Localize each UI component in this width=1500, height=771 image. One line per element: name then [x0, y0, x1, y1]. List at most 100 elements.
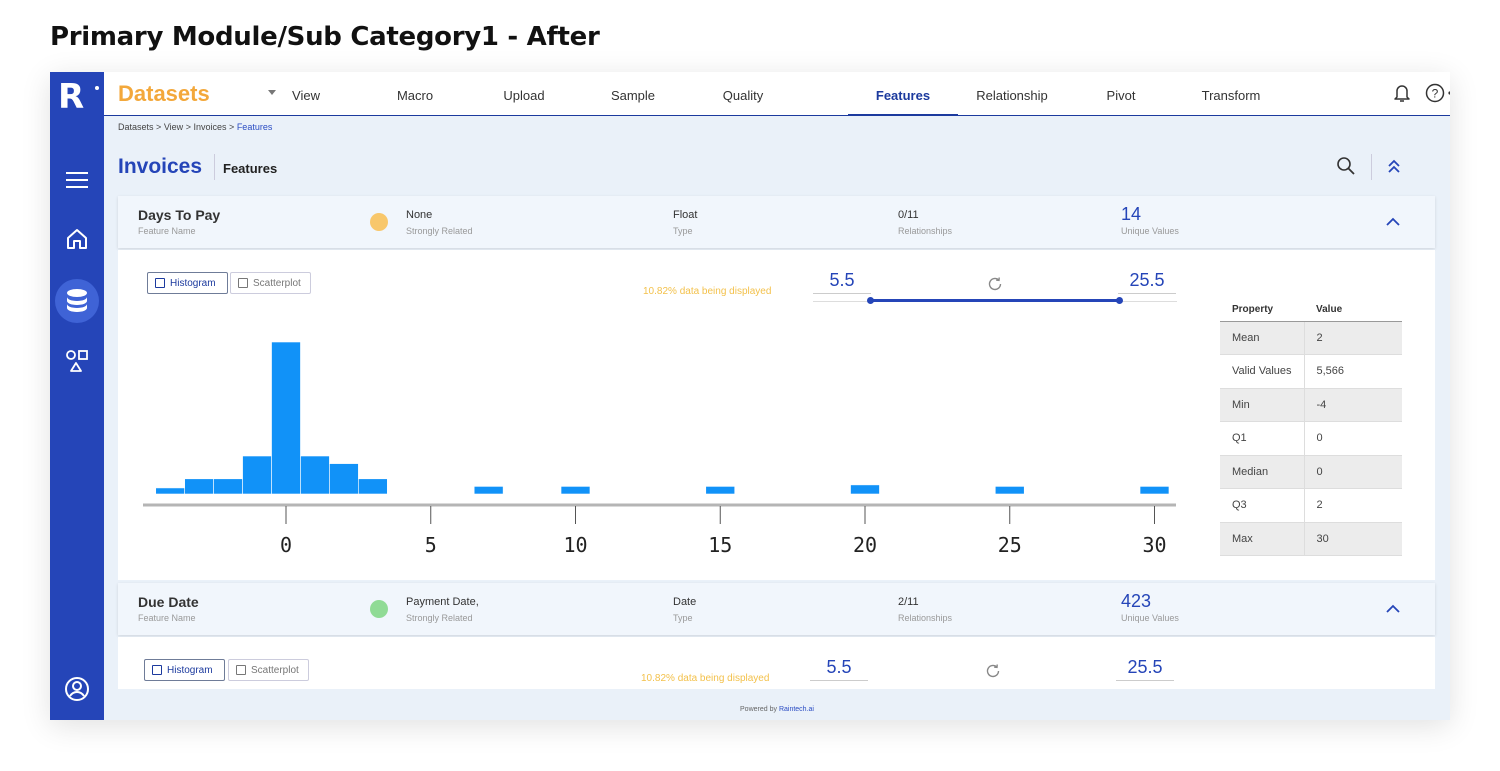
breadcrumb-item[interactable]: Datasets — [118, 122, 154, 132]
home-icon[interactable] — [62, 224, 92, 254]
x-axis-tick-label: 15 — [708, 533, 732, 557]
stat-property: Median — [1220, 455, 1305, 489]
breadcrumb-item[interactable]: Invoices — [193, 122, 226, 132]
user-circle-icon[interactable] — [62, 674, 92, 704]
section-subtitle: Features — [223, 161, 278, 176]
stat-value: 0 — [1304, 421, 1402, 456]
stats-row: Min -4 — [1220, 388, 1402, 422]
histogram-bar — [242, 455, 272, 495]
scatterplot-icon — [236, 665, 246, 675]
x-axis-tick-label: 30 — [1142, 533, 1166, 557]
feature-row[interactable]: Due Date Feature Name Payment Date, Stro… — [118, 583, 1435, 635]
chevron-up-icon[interactable] — [1384, 601, 1402, 615]
scatterplot-toggle[interactable]: Scatterplot — [228, 659, 309, 681]
x-axis-tick-label: 5 — [425, 533, 437, 557]
tab-sample[interactable]: Sample — [578, 72, 688, 116]
tab-view[interactable]: View — [251, 72, 361, 116]
histogram-chart: 0 5 10 15 20 25 30 — [143, 341, 1176, 557]
stat-property: Q3 — [1220, 488, 1305, 523]
stats-header-value: Value — [1304, 299, 1402, 322]
strongly-related-caption: Strongly Related — [406, 226, 473, 236]
histogram-bar — [300, 455, 330, 495]
histogram-bar — [213, 478, 243, 495]
tab-pivot[interactable]: Pivot — [1066, 72, 1176, 116]
data-display-note: 10.82% data being displayed — [641, 673, 770, 684]
stat-value: 30 — [1304, 522, 1402, 556]
tab-features[interactable]: Features — [848, 72, 958, 116]
range-max-input[interactable]: 25.5 — [1116, 657, 1174, 681]
strongly-related-value: Payment Date, — [406, 596, 479, 608]
range-min-input[interactable]: 5.5 — [810, 657, 868, 681]
bell-icon[interactable] — [1391, 82, 1413, 104]
footer: Powered by Raintech.ai — [104, 706, 1450, 713]
app-logo[interactable]: R — [58, 77, 99, 117]
stat-value: 2 — [1304, 488, 1402, 523]
collapse-all-icon[interactable] — [1382, 154, 1406, 178]
refresh-icon[interactable] — [982, 660, 1004, 682]
type-caption: Type — [673, 613, 693, 623]
title-divider — [214, 154, 215, 180]
stat-property: Valid Values — [1220, 354, 1305, 389]
feature-name: Due Date — [138, 594, 199, 610]
histogram-toggle[interactable]: Histogram — [144, 659, 225, 681]
search-icon[interactable] — [1334, 154, 1358, 178]
stats-row: Median 0 — [1220, 455, 1402, 489]
database-icon[interactable] — [62, 286, 92, 316]
tab-macro[interactable]: Macro — [360, 72, 470, 116]
brand-dropdown[interactable]: Datasets — [118, 81, 210, 107]
stats-row: Max 30 — [1220, 522, 1402, 556]
type-value: Float — [673, 209, 698, 221]
scatterplot-label: Scatterplot — [251, 664, 299, 676]
feature-detail-panel: Histogram Scatterplot 10.82% data being … — [118, 250, 1435, 580]
logo-letter: R — [58, 77, 85, 117]
relationships-caption: Relationships — [898, 613, 953, 623]
relationships-value: 0/11 — [898, 209, 919, 221]
histogram-bar — [560, 486, 591, 495]
breadcrumb-separator: > — [156, 122, 162, 132]
histogram-bar — [1139, 486, 1170, 495]
logo-dot — [95, 86, 99, 90]
menu-icon[interactable] — [62, 165, 92, 195]
related-status-dot — [370, 600, 388, 618]
x-axis-tick-label: 0 — [280, 533, 292, 557]
relationships-value: 2/11 — [898, 596, 919, 608]
histogram-bar — [184, 478, 214, 495]
feature-row[interactable]: Days To Pay Feature Name None Strongly R… — [118, 196, 1435, 248]
related-status-dot — [370, 213, 388, 231]
histogram-bar — [705, 486, 736, 495]
tab-quality[interactable]: Quality — [688, 72, 798, 116]
breadcrumb-item[interactable]: View — [164, 122, 183, 132]
stat-property: Mean — [1220, 321, 1305, 355]
tab-upload[interactable]: Upload — [469, 72, 579, 116]
stat-property: Max — [1220, 522, 1305, 556]
x-axis-tick-label: 10 — [563, 533, 587, 557]
svg-text:?: ? — [1432, 87, 1439, 101]
shapes-icon[interactable] — [62, 346, 92, 376]
stats-header-row: Property Value — [1220, 299, 1402, 322]
unique-values-count: 14 — [1121, 204, 1142, 224]
tab-transform[interactable]: Transform — [1176, 72, 1286, 116]
tab-relationship[interactable]: Relationship — [957, 72, 1067, 116]
histogram-bar — [994, 486, 1025, 495]
stat-property: Q1 — [1220, 421, 1305, 456]
help-icon[interactable]: ? — [1424, 82, 1446, 104]
histogram-label: Histogram — [167, 664, 213, 676]
x-axis-tick-label: 25 — [998, 533, 1022, 557]
stat-value: 5,566 — [1304, 354, 1402, 389]
dot-separator-icon — [1446, 82, 1450, 104]
unique-values-count: 423 — [1121, 591, 1152, 611]
feature-detail-panel: Histogram Scatterplot 10.82% data being … — [118, 637, 1435, 689]
unique-values-caption: Unique Values — [1121, 613, 1179, 623]
stats-row: Q3 2 — [1220, 488, 1402, 523]
stats-header-property: Property — [1220, 299, 1304, 322]
app-window: R Datasets View Macro Upload Sample Qual… — [50, 72, 1450, 720]
footer-link[interactable]: Raintech.ai — [779, 706, 814, 713]
stats-row: Q1 0 — [1220, 421, 1402, 456]
top-nav-bar: Datasets View Macro Upload Sample Qualit… — [104, 72, 1450, 116]
unique-values-caption: Unique Values — [1121, 226, 1179, 236]
chevron-up-icon[interactable] — [1384, 214, 1402, 228]
breadcrumb: Datasets > View > Invoices > Features — [118, 122, 272, 132]
type-caption: Type — [673, 226, 693, 236]
histogram-bar — [329, 463, 359, 495]
histogram-bar — [271, 341, 301, 495]
